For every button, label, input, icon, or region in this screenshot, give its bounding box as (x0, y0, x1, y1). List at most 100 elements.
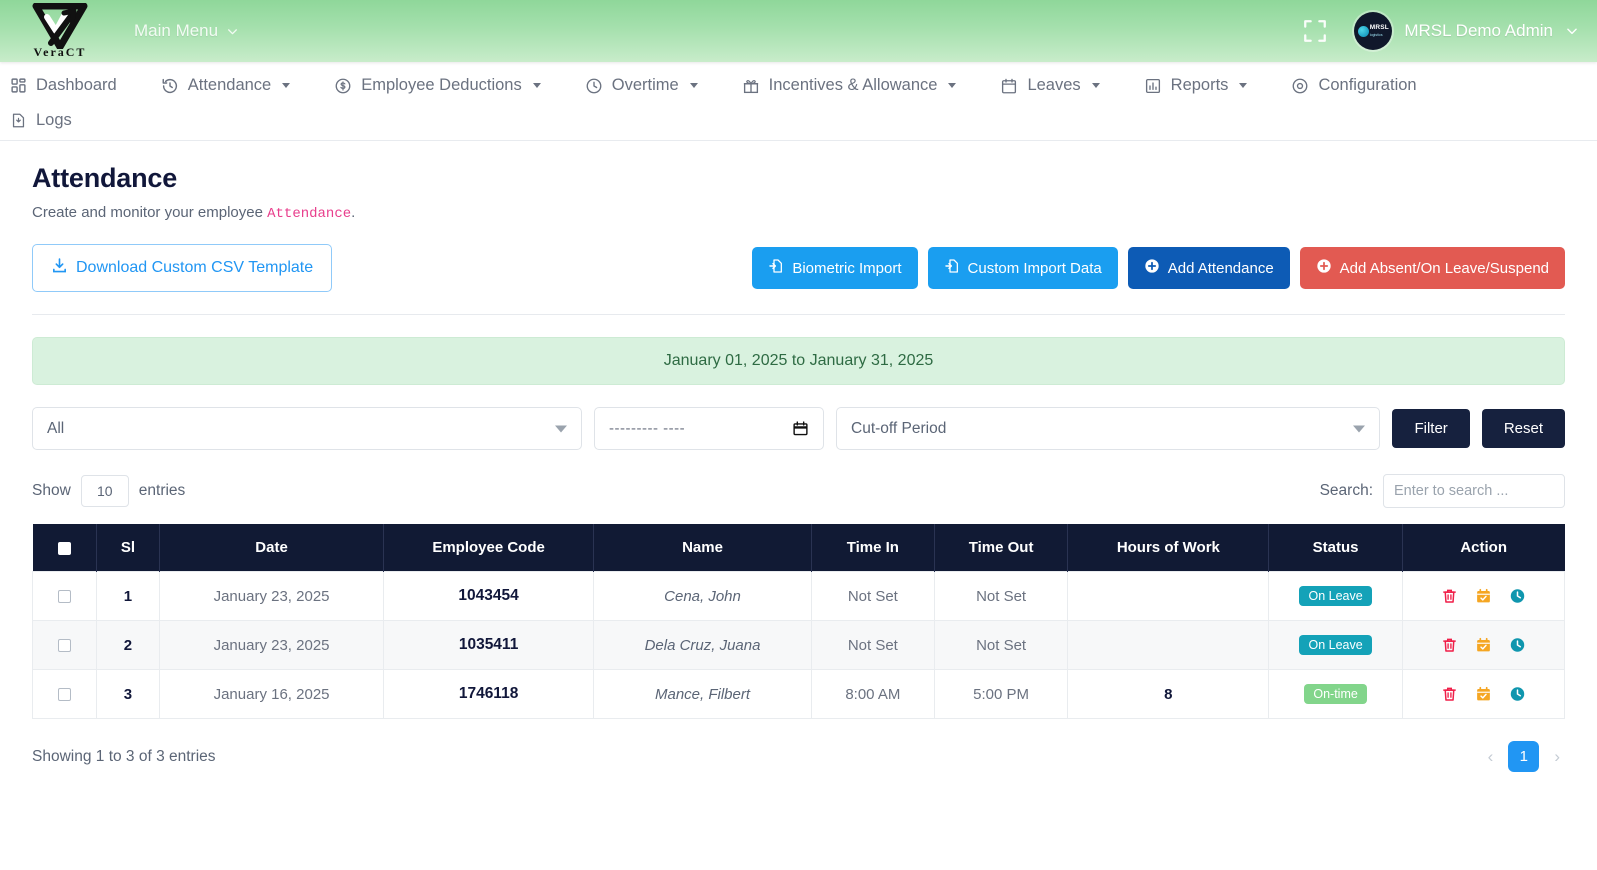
nav-item-incentives-allowance[interactable]: Incentives & Allowance (742, 76, 973, 95)
nav-item-reports[interactable]: Reports (1144, 76, 1264, 95)
select-all-checkbox[interactable] (58, 542, 71, 555)
column-header-status[interactable]: Status (1269, 524, 1402, 572)
calendar-check-icon[interactable] (1475, 636, 1492, 654)
chevron-down-icon (1565, 24, 1579, 38)
cutoff-period-value: Cut-off Period (851, 420, 946, 438)
nav-item-leaves[interactable]: Leaves (1000, 76, 1115, 95)
table-body: 1 January 23, 2025 1043454 Cena, John No… (33, 572, 1565, 719)
nav-label: Leaves (1027, 76, 1080, 95)
clock-icon[interactable] (1509, 587, 1526, 605)
avatar: MRSL logistics (1354, 12, 1392, 50)
table-controls: Show entries Search: (32, 474, 1565, 508)
cell-employee-code: 1746118 (383, 670, 593, 719)
download-csv-template-button[interactable]: Download Custom CSV Template (32, 244, 332, 292)
calendar-check-icon[interactable] (1475, 685, 1492, 703)
column-header-time-out[interactable]: Time Out (934, 524, 1067, 572)
nav-item-employee-deductions[interactable]: Employee Deductions (334, 76, 557, 95)
plus-circle-icon (1144, 258, 1160, 278)
delete-icon[interactable] (1441, 685, 1458, 703)
cell-time-out: Not Set (934, 572, 1067, 621)
nav-item-dashboard[interactable]: Dashboard (10, 76, 133, 95)
cell-date: January 23, 2025 (160, 572, 384, 621)
user-menu[interactable]: MRSL logistics MRSL Demo Admin (1354, 12, 1579, 50)
employee-filter-select[interactable]: All (32, 407, 582, 450)
search-group: Search: (1320, 474, 1565, 508)
main-menu-dropdown[interactable]: Main Menu (134, 21, 239, 41)
clock-icon[interactable] (1509, 685, 1526, 703)
history-clock-icon (161, 77, 179, 95)
table-footer: Showing 1 to 3 of 3 entries ‹ 1 › (32, 741, 1565, 772)
nav-label: Employee Deductions (361, 76, 522, 95)
add-attendance-button[interactable]: Add Attendance (1128, 247, 1290, 289)
select-all-header[interactable] (33, 524, 97, 572)
add-absent-on-leave-suspend-button[interactable]: Add Absent/On Leave/Suspend (1300, 247, 1565, 289)
gift-icon (742, 77, 760, 95)
table-head: Sl Date Employee Code Name Time In Time … (33, 524, 1565, 572)
cell-sl: 2 (96, 621, 160, 670)
page-content: Attendance Create and monitor your emplo… (0, 141, 1597, 772)
download-icon (51, 257, 68, 279)
entries-per-page-input[interactable] (81, 475, 129, 507)
row-select-cell[interactable] (33, 670, 97, 719)
column-header-sl[interactable]: Sl (96, 524, 160, 572)
brand-logo[interactable]: VeraCT (0, 3, 120, 60)
chevron-down-icon (1239, 83, 1247, 88)
nav-item-overtime[interactable]: Overtime (585, 76, 714, 95)
cell-status: On Leave (1269, 572, 1402, 621)
biometric-import-button[interactable]: Biometric Import (752, 247, 917, 289)
page-subtitle-prefix: Create and monitor your employee (32, 204, 267, 221)
nav-label: Dashboard (36, 76, 117, 95)
cutoff-period-select[interactable]: Cut-off Period (836, 407, 1380, 450)
clock-icon[interactable] (1509, 636, 1526, 654)
nav-item-logs[interactable]: Logs (10, 111, 88, 130)
row-select-cell[interactable] (33, 621, 97, 670)
nav-label: Attendance (188, 76, 271, 95)
chevron-down-icon (1353, 425, 1365, 432)
cell-status: On-time (1269, 670, 1402, 719)
money-circle-icon (334, 77, 352, 95)
nav-item-configuration[interactable]: Configuration (1291, 76, 1432, 95)
search-input[interactable] (1383, 474, 1565, 508)
reset-button[interactable]: Reset (1482, 409, 1565, 448)
column-header-action[interactable]: Action (1402, 524, 1564, 572)
fullscreen-icon[interactable] (1302, 18, 1328, 44)
column-header-time-in[interactable]: Time In (811, 524, 934, 572)
chevron-down-icon (948, 83, 956, 88)
pagination-prev-button[interactable]: ‹ (1483, 747, 1499, 767)
search-label: Search: (1320, 482, 1373, 500)
nav-label: Reports (1171, 76, 1229, 95)
grid-icon (10, 77, 27, 94)
page-subtitle-code: Attendance (267, 206, 351, 222)
column-header-date[interactable]: Date (160, 524, 384, 572)
cell-time-out: Not Set (934, 621, 1067, 670)
calendar-icon (1000, 77, 1018, 95)
status-badge: On Leave (1299, 586, 1371, 606)
download-csv-label: Download Custom CSV Template (76, 259, 313, 277)
calendar-icon[interactable] (792, 420, 809, 437)
cell-hours-of-work (1068, 621, 1269, 670)
calendar-check-icon[interactable] (1475, 587, 1492, 605)
custom-import-data-button[interactable]: Custom Import Data (928, 247, 1118, 289)
column-header-name[interactable]: Name (594, 524, 812, 572)
pagination-next-button[interactable]: › (1549, 747, 1565, 767)
row-select-cell[interactable] (33, 572, 97, 621)
delete-icon[interactable] (1441, 636, 1458, 654)
cell-name: Dela Cruz, Juana (594, 621, 812, 670)
table-row[interactable]: 1 January 23, 2025 1043454 Cena, John No… (33, 572, 1565, 621)
row-checkbox[interactable] (58, 590, 71, 603)
filter-bar: All --------- ---- Cut-off Period Filter… (32, 407, 1565, 450)
nav-item-attendance[interactable]: Attendance (161, 76, 306, 95)
delete-icon[interactable] (1441, 587, 1458, 605)
column-header-employee-code[interactable]: Employee Code (383, 524, 593, 572)
status-badge: On-time (1304, 684, 1366, 704)
date-filter-input[interactable]: --------- ---- (594, 407, 824, 450)
column-header-hours-of-work[interactable]: Hours of Work (1068, 524, 1269, 572)
filter-button[interactable]: Filter (1392, 409, 1469, 448)
pagination-page-1[interactable]: 1 (1508, 741, 1539, 772)
page-subtitle: Create and monitor your employee Attenda… (32, 204, 1565, 222)
file-icon (10, 112, 27, 129)
row-checkbox[interactable] (58, 639, 71, 652)
table-row[interactable]: 3 January 16, 2025 1746118 Mance, Filber… (33, 670, 1565, 719)
row-checkbox[interactable] (58, 688, 71, 701)
table-row[interactable]: 2 January 23, 2025 1035411 Dela Cruz, Ju… (33, 621, 1565, 670)
